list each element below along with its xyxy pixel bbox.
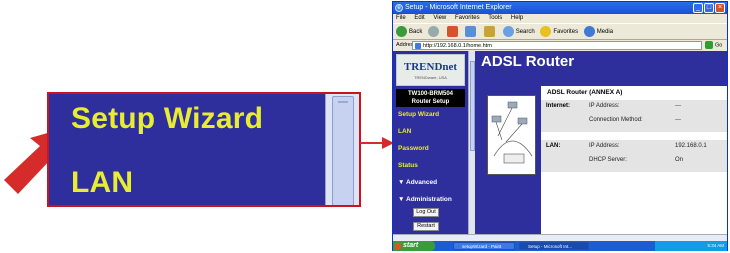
favorites-button[interactable]: Favorites <box>540 24 578 41</box>
minimize-button[interactable]: _ <box>693 3 703 13</box>
nav-status[interactable]: Status <box>398 162 418 169</box>
zoom-scroll-thumb <box>332 96 354 205</box>
lan-label: LAN: <box>546 143 561 149</box>
zoom-scrollbar <box>325 94 359 205</box>
nav-lan[interactable]: LAN <box>398 128 411 135</box>
sidebar-scrollbar[interactable] <box>468 51 475 234</box>
menu-tools[interactable]: Tools <box>488 15 502 21</box>
maximize-button[interactable]: □ <box>704 3 714 13</box>
lan-ip-key: IP Address: <box>589 143 620 149</box>
main-area: ADSL Router ADSL Router (ANNEX A) Intern <box>475 51 727 234</box>
internet-ip-value: --- <box>675 103 681 109</box>
address-bar: Address http://192.168.0.1/home.htm Go <box>393 40 727 51</box>
network-diagram <box>491 101 533 164</box>
lan-group: LAN: IP Address: 192.168.0.1 DHCP Server… <box>541 140 727 172</box>
horizontal-scrollbar[interactable] <box>393 234 727 241</box>
nav-setup-wizard[interactable]: Setup Wizard <box>398 111 439 118</box>
logout-button[interactable]: Log Out <box>413 208 439 217</box>
zoom-callout: Setup Wizard LAN <box>47 92 361 207</box>
menu-file[interactable]: File <box>396 15 406 21</box>
stop-button[interactable] <box>446 24 460 41</box>
internet-label: Internet: <box>546 103 570 109</box>
network-diagram-image <box>487 95 536 175</box>
stop-icon <box>446 25 458 37</box>
page-title: ADSL Router <box>481 53 575 70</box>
back-button[interactable]: Back <box>396 24 422 41</box>
forward-icon <box>428 25 440 37</box>
page-content: TRENDnet TRENDware, USA TW100-BRM504 Rou… <box>393 51 727 241</box>
connection-method-key: Connection Method: <box>589 117 643 123</box>
menu-favorites[interactable]: Favorites <box>455 15 480 21</box>
refresh-icon <box>465 25 477 37</box>
forward-button[interactable] <box>428 24 441 41</box>
model-name: TW100-BRM504 <box>407 91 453 97</box>
home-button[interactable] <box>484 24 497 41</box>
media-button[interactable]: Media <box>583 24 613 41</box>
address-input[interactable]: http://192.168.0.1/home.htm <box>412 41 702 50</box>
dhcp-value: On <box>675 157 684 163</box>
refresh-button[interactable] <box>465 24 478 41</box>
go-arrow-icon <box>705 41 713 49</box>
close-button[interactable]: × <box>715 3 725 13</box>
toolbar: Back Search Favorites Media <box>393 23 727 40</box>
star-icon <box>540 25 552 37</box>
menu-bar: File Edit View Favorites Tools Help <box>393 14 727 23</box>
nav-administration[interactable]: ▼ Administration <box>398 196 452 203</box>
taskbar: start setupWizard - Paint Setup - Micros… <box>393 241 727 251</box>
router-sidebar: TRENDnet TRENDware, USA TW100-BRM504 Rou… <box>393 51 468 234</box>
nav-password[interactable]: Password <box>398 145 429 152</box>
media-icon <box>583 25 595 37</box>
home-icon <box>484 25 496 37</box>
internet-group: Internet: IP Address: --- Connection Met… <box>541 100 727 132</box>
zoom-setup-wizard: Setup Wizard <box>71 102 264 135</box>
panel-title: ADSL Router (ANNEX A) <box>547 89 623 96</box>
go-button[interactable]: Go <box>705 41 725 50</box>
browser-window: e Setup - Microsoft Internet Explorer _ … <box>392 1 728 251</box>
link-arrow <box>360 137 394 149</box>
zoom-lan: LAN <box>71 166 134 199</box>
search-icon <box>502 25 514 37</box>
start-button[interactable]: start <box>393 241 435 251</box>
model-box: TW100-BRM504 Router Setup <box>396 89 465 107</box>
trendnet-logo: TRENDnet TRENDware, USA <box>396 54 465 86</box>
status-panel: ADSL Router (ANNEX A) Internet: IP Addre… <box>541 86 727 234</box>
system-tray: 5:34 AM <box>655 241 727 251</box>
taskbar-ie[interactable]: Setup - Microsoft Int... <box>519 242 589 250</box>
taskbar-paint[interactable]: setupWizard - Paint <box>453 242 515 250</box>
restart-button[interactable]: Restart <box>413 222 439 231</box>
ie-icon: e <box>395 4 403 12</box>
connection-method-value: --- <box>675 117 681 123</box>
window-title: Setup - Microsoft Internet Explorer <box>405 4 512 11</box>
menu-edit[interactable]: Edit <box>414 15 424 21</box>
lan-ip-value: 192.168.0.1 <box>675 143 707 149</box>
menu-help[interactable]: Help <box>511 15 523 21</box>
dhcp-key: DHCP Server: <box>589 157 627 163</box>
search-button[interactable]: Search <box>502 24 535 41</box>
internet-ip-key: IP Address: <box>589 103 620 109</box>
back-icon <box>396 25 407 37</box>
screenshot-stage: Setup Wizard LAN e Setup - Microsoft Int… <box>0 0 730 253</box>
title-bar: e Setup - Microsoft Internet Explorer _ … <box>393 2 727 14</box>
menu-view[interactable]: View <box>433 15 446 21</box>
clock: 5:34 AM <box>707 243 724 248</box>
nav-advanced[interactable]: ▼ Advanced <box>398 179 437 186</box>
router-setup-label: Router Setup <box>411 99 450 105</box>
